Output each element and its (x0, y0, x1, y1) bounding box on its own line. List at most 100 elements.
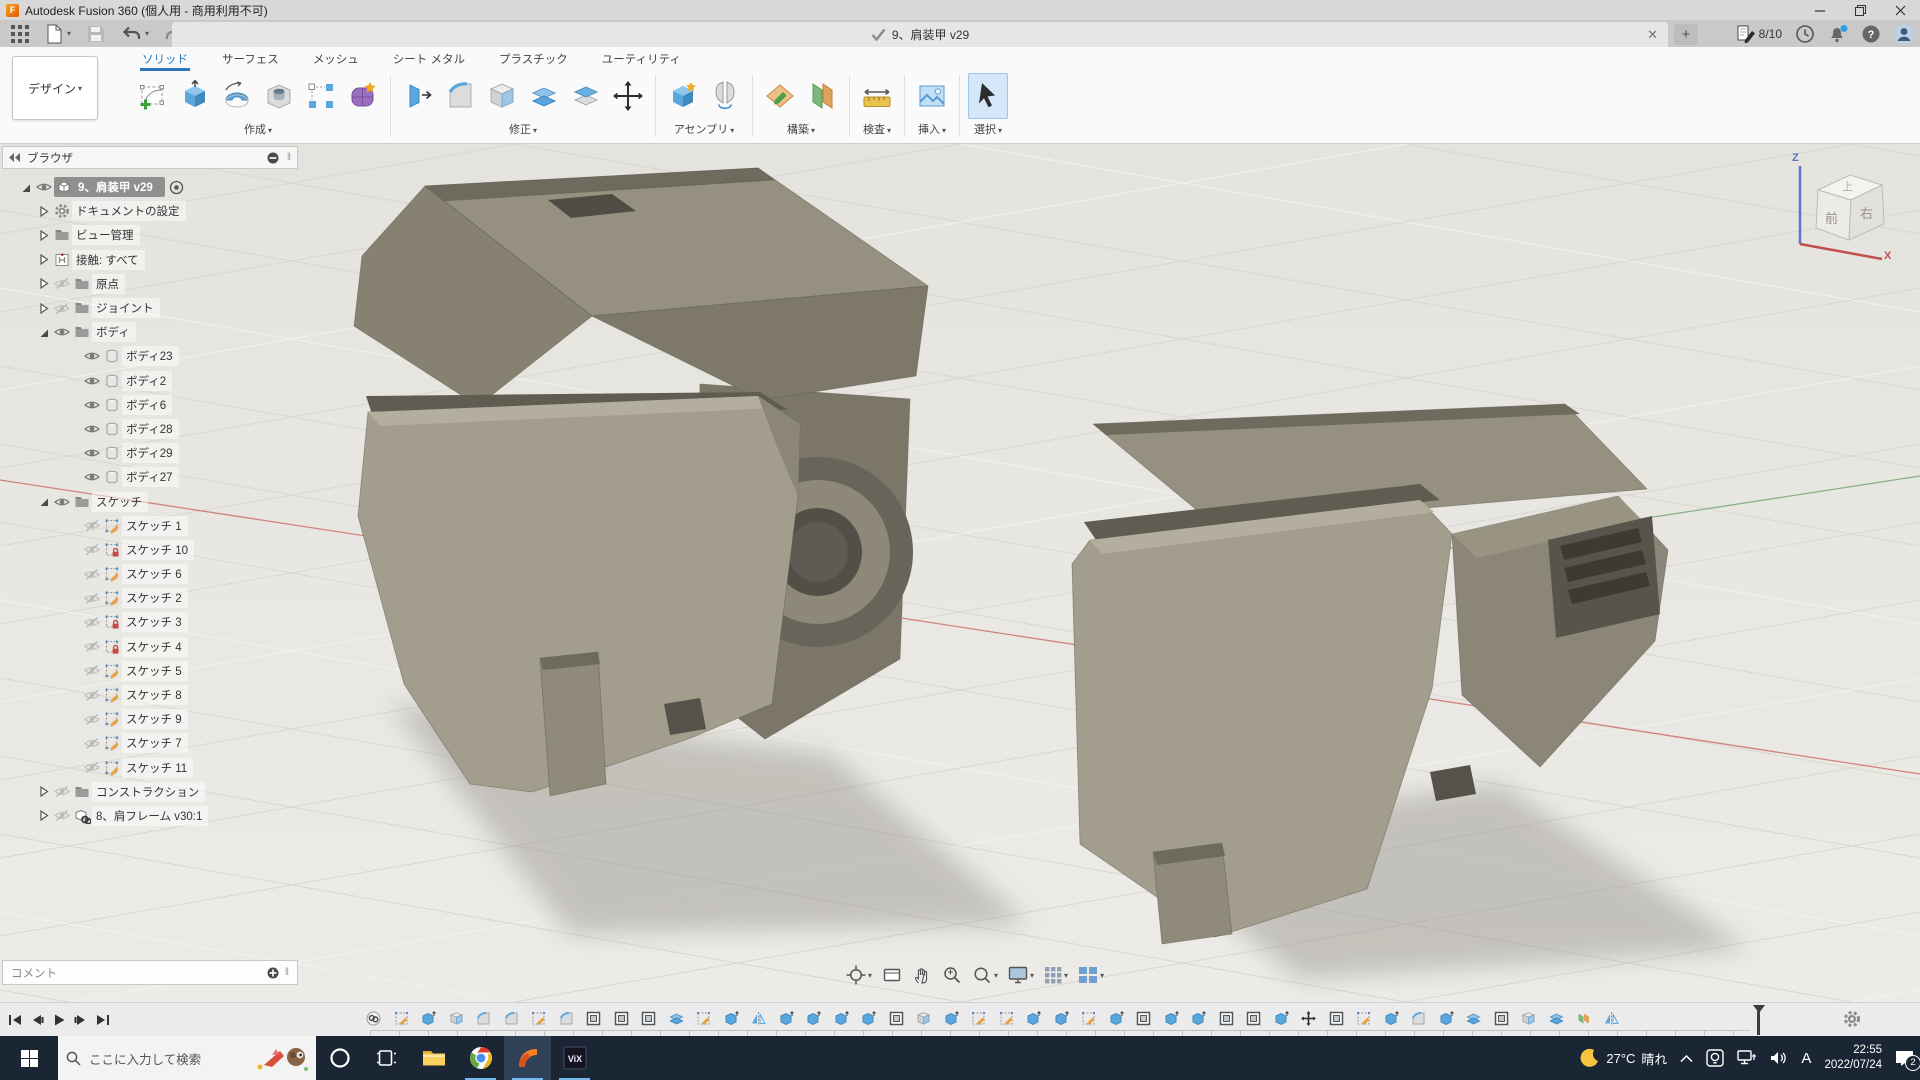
joint-button[interactable] (706, 74, 744, 118)
look-at-button[interactable] (879, 963, 905, 987)
timeline-feature-sketch[interactable] (999, 1011, 1014, 1026)
network-icon[interactable] (1737, 1050, 1757, 1066)
timeline-feature-extrude[interactable] (861, 1011, 876, 1026)
tree-item[interactable]: ボディ29 (0, 441, 306, 465)
restore-button[interactable] (1840, 0, 1880, 20)
tree-item[interactable]: 接触: すべて (0, 248, 306, 272)
timeline-feature-boxed-feature[interactable] (586, 1011, 601, 1026)
visibility-eye-off-icon[interactable] (82, 761, 102, 774)
play-button[interactable] (52, 1013, 66, 1027)
tree-item[interactable]: コンストラクション (0, 780, 306, 804)
visibility-eye-off-icon[interactable] (82, 568, 102, 581)
new-tab-button[interactable]: + (1674, 24, 1698, 45)
minimize-button[interactable] (1800, 0, 1840, 20)
timeline-feature-shell[interactable] (449, 1011, 464, 1026)
timeline-feature-boxed-feature[interactable] (1219, 1011, 1234, 1026)
tree-item[interactable]: スケッチ (0, 489, 306, 513)
timeline-feature-boxed-feature[interactable] (1494, 1011, 1509, 1026)
visibility-eye-off-icon[interactable] (82, 664, 102, 677)
tree-item[interactable]: ボディ28 (0, 417, 306, 441)
timeline-feature-sketch[interactable] (971, 1011, 986, 1026)
comment-box[interactable]: コメント ‖ (2, 960, 298, 985)
tray-chevron-up-icon[interactable] (1680, 1054, 1693, 1063)
timeline-feature-extrude[interactable] (1439, 1011, 1454, 1026)
visibility-eye-off-icon[interactable] (82, 640, 102, 653)
timeline-feature-sketch[interactable] (696, 1011, 711, 1026)
go-to-end-button[interactable] (96, 1013, 110, 1027)
timeline-feature-sketch[interactable] (1356, 1011, 1371, 1026)
timeline-feature-sketch[interactable] (1081, 1011, 1096, 1026)
timeline-feature-shell[interactable] (1521, 1011, 1536, 1026)
expand-arrow-icon[interactable] (34, 326, 52, 339)
tree-item[interactable]: ジョイント (0, 296, 306, 320)
expand-arrow-icon[interactable] (34, 302, 52, 315)
tree-item[interactable]: スケッチ 3 (0, 610, 306, 634)
viewcube-front-face[interactable]: 前 (1825, 208, 1838, 227)
tree-item[interactable]: スケッチ 9 (0, 707, 306, 731)
ribbon-group-6-label[interactable]: 選択 (974, 121, 1002, 137)
tree-item[interactable]: スケッチ 11 (0, 756, 306, 780)
tree-item[interactable]: ボディ6 (0, 393, 306, 417)
select-button[interactable] (968, 73, 1008, 119)
browser-header[interactable]: ブラウザ ‖ (2, 146, 298, 169)
insert-mesh-button[interactable] (913, 74, 951, 118)
ribbon-group-3-label[interactable]: 構築 (787, 121, 815, 137)
visibility-eye-icon[interactable] (82, 399, 102, 411)
close-tab-icon[interactable]: ✕ (1647, 27, 1658, 43)
tree-item[interactable]: ボディ23 (0, 344, 306, 368)
speaker-icon[interactable] (1770, 1050, 1788, 1066)
timeline-feature-extrude[interactable] (724, 1011, 739, 1026)
timeline-feature-fillet[interactable] (1411, 1011, 1426, 1026)
display-settings-button[interactable] (1005, 964, 1037, 986)
timeline-feature-combine[interactable] (1549, 1011, 1564, 1026)
timeline-feature-combine[interactable] (669, 1011, 684, 1026)
visibility-eye-off-icon[interactable] (52, 277, 72, 290)
timeline-feature-shell[interactable] (916, 1011, 931, 1026)
step-back-button[interactable] (30, 1013, 44, 1027)
tree-item[interactable]: スケッチ 8 (0, 683, 306, 707)
tree-item[interactable]: スケッチ 4 (0, 635, 306, 659)
action-center-button[interactable]: 2 (1895, 1050, 1914, 1067)
visibility-eye-icon[interactable] (34, 181, 54, 193)
expand-arrow-icon[interactable] (34, 495, 52, 508)
expand-arrow-icon[interactable] (34, 785, 52, 798)
timeline-feature-extrude[interactable] (1026, 1011, 1041, 1026)
tree-item[interactable]: 8、肩フレーム v30:1 (0, 804, 306, 828)
app-grid-menu-button[interactable] (6, 22, 34, 45)
ribbon-tab-3[interactable]: シート メタル (391, 49, 467, 71)
tree-item[interactable]: 原点 (0, 272, 306, 296)
move-copy-button[interactable] (609, 74, 647, 118)
ime-mode-indicator[interactable]: A (1801, 1050, 1811, 1067)
visibility-eye-icon[interactable] (52, 326, 72, 338)
timeline-feature-extrude[interactable] (806, 1011, 821, 1026)
ribbon-tab-4[interactable]: プラスチック (497, 49, 570, 71)
tree-item[interactable]: スケッチ 5 (0, 659, 306, 683)
timeline-feature-extrude[interactable] (1384, 1011, 1399, 1026)
ribbon-group-5-label[interactable]: 挿入 (918, 121, 946, 137)
ribbon-group-0-label[interactable]: 作成 (244, 121, 272, 137)
tree-item[interactable]: ドキュメントの設定 (0, 199, 306, 223)
timeline-feature-extrude[interactable] (1274, 1011, 1289, 1026)
weather-widget[interactable]: 27°C 晴れ (1580, 1048, 1667, 1068)
visibility-eye-off-icon[interactable] (82, 737, 102, 750)
visibility-eye-off-icon[interactable] (82, 689, 102, 702)
timeline-feature-boxed-feature[interactable] (614, 1011, 629, 1026)
help-icon[interactable]: ? (1862, 25, 1880, 43)
expand-arrow-icon[interactable] (34, 229, 52, 242)
history-clock-icon[interactable] (1796, 25, 1814, 43)
save-button[interactable] (82, 22, 110, 45)
tree-item[interactable]: ボディ2 (0, 369, 306, 393)
visibility-eye-icon[interactable] (82, 471, 102, 483)
viewport-canvas[interactable]: 上 前 右 Z X ブラウザ ‖ 9、肩装甲 v29ドキュメントの設定ビュー管理… (0, 144, 1920, 1002)
tree-item[interactable]: ボディ (0, 320, 306, 344)
visibility-eye-icon[interactable] (82, 375, 102, 387)
taskbar-app-cortana[interactable] (316, 1036, 363, 1080)
timeline-feature-fillet[interactable] (559, 1011, 574, 1026)
visibility-eye-off-icon[interactable] (82, 616, 102, 629)
notifications-bell-icon[interactable] (1828, 24, 1848, 43)
timeline-feature-extrude[interactable] (1054, 1011, 1069, 1026)
ribbon-tab-5[interactable]: ユーティリティ (600, 49, 683, 71)
fillet-button[interactable] (441, 74, 479, 118)
timeline-feature-extrude[interactable] (1191, 1011, 1206, 1026)
view-cube[interactable]: 上 前 右 Z X (1782, 150, 1906, 270)
